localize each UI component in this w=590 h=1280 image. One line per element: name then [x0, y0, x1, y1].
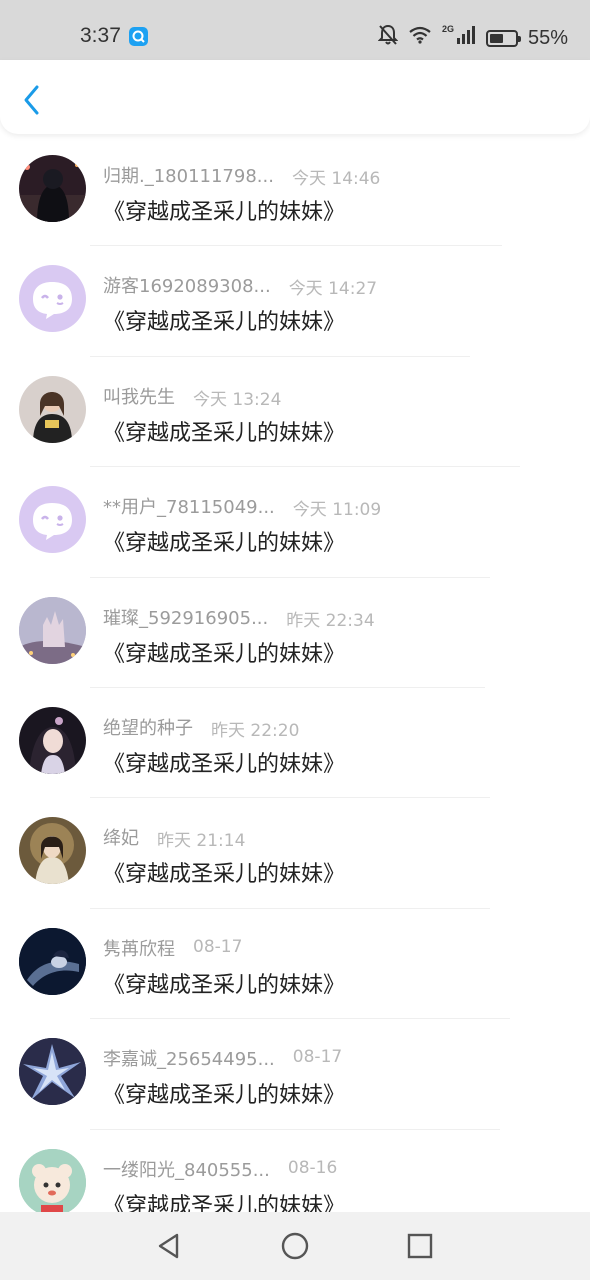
book-title: 《穿越成圣采儿的妹妹》	[103, 751, 346, 777]
user-name[interactable]: 李嘉诚_25654495...	[103, 1045, 275, 1071]
user-name[interactable]: 隽苒欣程	[103, 935, 175, 961]
user-name[interactable]: **用户_78115049...	[103, 493, 275, 519]
reader-list: 归期._180111798... 今天 14:46 《穿越成圣采儿的妹妹》 游客16…	[0, 136, 590, 1212]
user-name[interactable]: 璀璨_592916905...	[103, 604, 268, 630]
photo-castle-avatar[interactable]	[19, 596, 86, 664]
status-indicators: 2G 55%	[377, 24, 568, 52]
list-item[interactable]: 绝望的种子 昨天 22:20 《穿越成圣采儿的妹妹》	[0, 688, 590, 799]
timestamp: 08-16	[287, 1157, 338, 1178]
timestamp: 今天 14:27	[288, 279, 378, 300]
home-circle-icon[interactable]	[279, 1230, 311, 1262]
photo-girl-avatar[interactable]	[19, 375, 86, 443]
timestamp: 今天 14:46	[291, 169, 381, 189]
list-item[interactable]: 李嘉诚_25654495... 08-17 《穿越成圣采儿的妹妹》	[0, 1019, 590, 1130]
list-item[interactable]: **用户_78115049... 今天 11:09 《穿越成圣采儿的妹妹》	[0, 467, 590, 578]
wifi-icon	[408, 26, 432, 50]
list-item[interactable]: 璀璨_592916905... 昨天 22:34 《穿越成圣采儿的妹妹》	[0, 578, 590, 688]
book-title: 《穿越成圣采儿的妹妹》	[103, 420, 346, 446]
battery-level	[489, 33, 503, 43]
list-item[interactable]: 一缕阳光_840555... 08-16 《穿越成圣采儿的妹妹》	[0, 1130, 590, 1212]
photo-night-avatar[interactable]	[19, 155, 86, 222]
search-app-icon	[129, 27, 148, 46]
book-title: 《穿越成圣采儿的妹妹》	[103, 531, 346, 557]
user-name[interactable]: 一缕阳光_840555...	[103, 1156, 270, 1182]
timestamp: 08-17	[292, 1047, 343, 1068]
status-bar: 3:37 2G 55%	[0, 0, 590, 60]
timestamp: 昨天 22:20	[211, 720, 300, 741]
user-name[interactable]: 归期._180111798...	[103, 162, 274, 188]
list-item[interactable]: 叫我先生 今天 13:24 《穿越成圣采儿的妹妹》	[0, 357, 590, 468]
battery-percent: 55%	[527, 26, 568, 49]
signal-icon	[456, 26, 476, 50]
recents-square-icon[interactable]	[404, 1230, 436, 1262]
photo-cartoon-avatar[interactable]	[19, 1148, 86, 1212]
timestamp: 08-17	[193, 936, 243, 957]
book-title: 《穿越成圣采儿的妹妹》	[103, 862, 346, 888]
photo-anime-girl-avatar[interactable]	[19, 706, 86, 774]
book-title: 《穿越成圣采儿的妹妹》	[103, 200, 346, 225]
network-type: 2G	[441, 24, 454, 34]
photo-painted-girl-avatar[interactable]	[19, 817, 86, 885]
user-name[interactable]: 叫我先生	[103, 383, 175, 409]
user-name[interactable]: 游客1692089308...	[103, 272, 271, 298]
timestamp: 昨天 21:14	[157, 831, 246, 852]
user-name[interactable]: 绝望的种子	[103, 714, 193, 740]
chevron-left-icon	[21, 84, 43, 120]
user-name[interactable]: 绛妃	[103, 824, 139, 850]
photo-dark-blue-avatar[interactable]	[19, 927, 86, 995]
timestamp: 今天 11:09	[292, 500, 382, 521]
timestamp: 昨天 22:34	[286, 610, 375, 631]
book-title: 《穿越成圣采儿的妹妹》	[103, 1083, 346, 1109]
book-title: 《穿越成圣采儿的妹妹》	[103, 310, 346, 336]
book-title: 《穿越成圣采儿的妹妹》	[103, 1193, 346, 1212]
system-nav-bar	[0, 1212, 590, 1280]
back-triangle-icon[interactable]	[153, 1230, 185, 1262]
book-title: 《穿越成圣采儿的妹妹》	[103, 972, 346, 998]
battery-icon	[485, 29, 521, 47]
book-title: 《穿越成圣采儿的妹妹》	[103, 641, 346, 667]
status-time: 3:37	[80, 24, 121, 47]
list-item[interactable]: 绛妃 昨天 21:14 《穿越成圣采儿的妹妹》	[0, 798, 590, 909]
back-button[interactable]	[14, 82, 50, 122]
bell-off-icon	[377, 24, 399, 52]
list-item[interactable]: 归期._180111798... 今天 14:46 《穿越成圣采儿的妹妹》	[0, 136, 590, 247]
default-purple-avatar[interactable]	[19, 265, 86, 333]
header	[0, 60, 590, 134]
default-purple-avatar[interactable]	[19, 486, 86, 554]
timestamp: 今天 13:24	[193, 389, 282, 410]
list-item[interactable]: 隽苒欣程 08-17 《穿越成圣采儿的妹妹》	[0, 909, 590, 1020]
list-item[interactable]: 游客1692089308... 今天 14:27 《穿越成圣采儿的妹妹》	[0, 246, 590, 357]
photo-crystal-avatar[interactable]	[19, 1038, 86, 1106]
